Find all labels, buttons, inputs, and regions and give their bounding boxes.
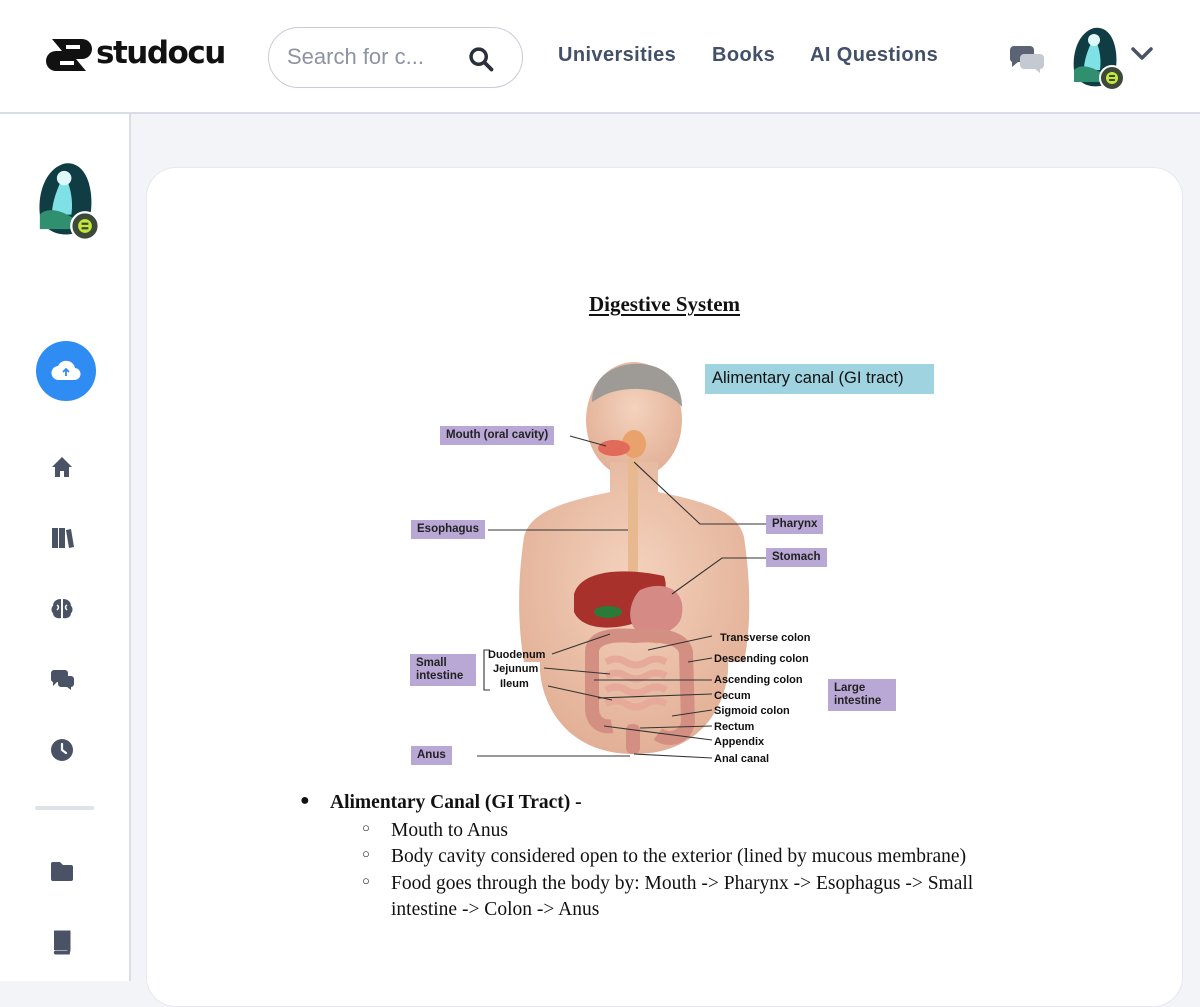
chat-icon[interactable] (1006, 42, 1046, 74)
badge-gear-icon (1099, 65, 1125, 91)
folder-icon[interactable] (48, 857, 76, 885)
user-avatar[interactable] (1070, 26, 1126, 91)
label-mouth: Mouth (oral cavity) (440, 426, 555, 445)
search-box[interactable] (268, 27, 523, 88)
label-anus: Anus (411, 746, 452, 765)
label-ileum: Ileum (500, 678, 529, 690)
chat-icon[interactable] (48, 665, 76, 693)
top-bar: studocu Universities Books AI Questions (0, 0, 1200, 114)
label-appendix: Appendix (714, 736, 765, 748)
list-heading: Alimentary Canal (GI Tract) - (330, 792, 582, 813)
brain-icon[interactable] (48, 595, 76, 623)
sidebar-divider (35, 806, 94, 810)
studocu-logo[interactable]: studocu (46, 31, 226, 79)
label-stomach: Stomach (766, 548, 827, 567)
label-descending-colon: Descending colon (714, 653, 809, 665)
bullet-circle-icon: ○ (362, 873, 370, 888)
label-cecum: Cecum (714, 690, 751, 702)
label-duodenum: Duodenum (488, 649, 546, 661)
digestive-system-illustration (477, 362, 768, 759)
badge-gear-icon (70, 211, 100, 241)
books-icon[interactable] (48, 524, 76, 552)
figure-tag: Alimentary canal (GI tract) (705, 364, 934, 394)
document-title: Digestive System (588, 292, 741, 316)
clock-icon[interactable] (48, 736, 76, 764)
search-input[interactable] (287, 42, 452, 72)
bullet-circle-icon: ○ (362, 846, 370, 861)
chevron-down-icon[interactable] (1130, 44, 1154, 64)
label-anal-canal: Anal canal (714, 753, 770, 765)
label-esophagus: Esophagus (411, 520, 485, 539)
label-sigmoid-colon: Sigmoid colon (714, 705, 790, 717)
label-ascending-colon: Ascending colon (714, 674, 803, 686)
home-icon[interactable] (48, 453, 76, 481)
search-icon[interactable] (467, 45, 495, 73)
bullet-circle-icon: ○ (362, 820, 370, 835)
bullet-dot-icon: ● (300, 792, 310, 809)
sidebar (0, 114, 131, 981)
nav-universities[interactable]: Universities (558, 44, 676, 67)
label-jejunum: Jejunum (493, 663, 539, 675)
label-transverse-colon: Transverse colon (720, 632, 811, 644)
cloud-upload-icon (51, 360, 81, 381)
label-small-intestine: Small intestine (410, 654, 476, 686)
label-pharynx: Pharynx (766, 515, 824, 534)
sidebar-avatar[interactable] (35, 158, 103, 242)
upload-button[interactable] (36, 341, 96, 401)
nav-ai-questions[interactable]: AI Questions (810, 44, 938, 67)
label-rectum: Rectum (714, 721, 755, 733)
label-large-intestine: Large intestine (828, 679, 896, 711)
nav-books[interactable]: Books (712, 44, 775, 67)
book-icon[interactable] (48, 928, 76, 956)
brand-name: studocu (96, 35, 226, 71)
studocu-logo-icon (46, 39, 92, 71)
